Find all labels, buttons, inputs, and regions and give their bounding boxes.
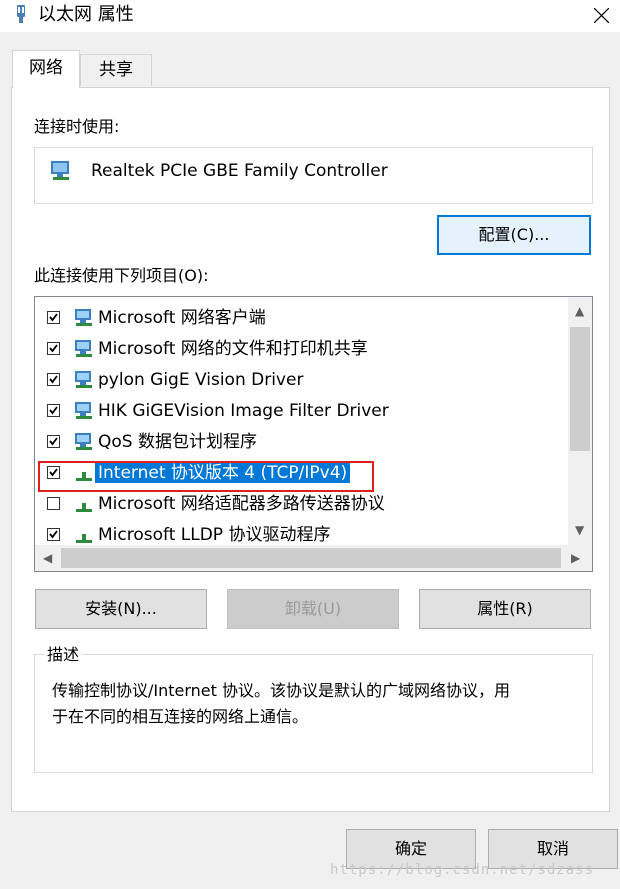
item-label: Microsoft LLDP 协议驱动程序	[98, 525, 331, 545]
horizontal-scroll-thumb[interactable]	[61, 548, 561, 568]
list-item[interactable]: Microsoft 网络适配器多路传送器协议	[35, 489, 565, 520]
scroll-down-icon[interactable]: ▼	[575, 523, 584, 537]
protocol-icon	[76, 534, 92, 543]
description-text: 传输控制协议/Internet 协议。该协议是默认的广域网络协议，用 于在不同的…	[52, 678, 582, 730]
service-icon	[75, 433, 92, 450]
connect-using-label: 连接时使用:	[34, 117, 120, 136]
vertical-scrollbar[interactable]: ▲ ▼	[568, 297, 592, 545]
item-checkbox[interactable]	[47, 404, 60, 417]
description-line: 于在不同的相互连接的网络上通信。	[52, 707, 309, 726]
item-checkbox[interactable]	[47, 435, 60, 448]
highlight-annotation	[38, 461, 374, 492]
item-checkbox[interactable]	[47, 373, 60, 386]
item-checkbox[interactable]	[47, 528, 60, 541]
items-label: 此连接使用下列项目(O):	[34, 266, 209, 285]
item-label: Microsoft 网络客户端	[98, 308, 266, 328]
protocol-icon	[76, 503, 92, 512]
item-label: QoS 数据包计划程序	[98, 432, 257, 452]
configure-button[interactable]: 配置(C)...	[437, 215, 591, 255]
title-bar: 以太网 属性	[0, 0, 620, 32]
item-checkbox[interactable]	[47, 342, 60, 355]
scroll-right-icon[interactable]: ▶	[571, 551, 580, 565]
item-label: HIK GiGEVision Image Filter Driver	[98, 401, 389, 421]
vertical-scroll-thumb[interactable]	[570, 327, 590, 451]
service-icon	[75, 371, 92, 388]
network-adapter-icon	[17, 5, 25, 23]
properties-button[interactable]: 属性(R)	[419, 589, 591, 629]
service-icon	[75, 402, 92, 419]
list-item[interactable]: Microsoft 网络客户端	[35, 303, 565, 334]
items-list: Microsoft 网络客户端 Microsoft 网络的文件和打印机共享 py…	[34, 296, 593, 572]
adapter-box: Realtek PCIe GBE Family Controller	[34, 147, 593, 204]
description-line: 传输控制协议/Internet 协议。该协议是默认的广域网络协议，用	[52, 681, 511, 700]
close-button[interactable]	[582, 0, 620, 32]
list-item[interactable]: HIK GiGEVision Image Filter Driver	[35, 396, 565, 427]
scroll-left-icon[interactable]: ◀	[43, 551, 52, 565]
scroll-up-icon[interactable]: ▲	[575, 304, 584, 318]
item-label: Microsoft 网络的文件和打印机共享	[98, 339, 368, 359]
list-item[interactable]: Microsoft 网络的文件和打印机共享	[35, 334, 565, 365]
adapter-name: Realtek PCIe GBE Family Controller	[91, 161, 388, 181]
network-card-icon	[51, 161, 69, 180]
window-title: 以太网 属性	[38, 4, 134, 25]
item-label: pylon GigE Vision Driver	[98, 370, 304, 390]
tab-network[interactable]: 网络	[12, 50, 80, 88]
client-icon	[75, 309, 92, 326]
item-checkbox[interactable]	[47, 311, 60, 324]
install-button[interactable]: 安装(N)...	[35, 589, 207, 629]
close-icon	[594, 8, 609, 23]
item-checkbox[interactable]	[47, 497, 60, 510]
list-item[interactable]: QoS 数据包计划程序	[35, 427, 565, 458]
item-label: Microsoft 网络适配器多路传送器协议	[98, 494, 385, 514]
uninstall-button[interactable]: 卸载(U)	[227, 589, 399, 629]
service-icon	[75, 340, 92, 357]
description-legend: 描述	[44, 645, 83, 665]
tab-sharing[interactable]: 共享	[80, 54, 152, 86]
list-item[interactable]: pylon GigE Vision Driver	[35, 365, 565, 396]
horizontal-scrollbar[interactable]: ◀ ▶	[35, 545, 592, 571]
watermark: https://blog.csdn.net/sdzass	[330, 862, 595, 878]
